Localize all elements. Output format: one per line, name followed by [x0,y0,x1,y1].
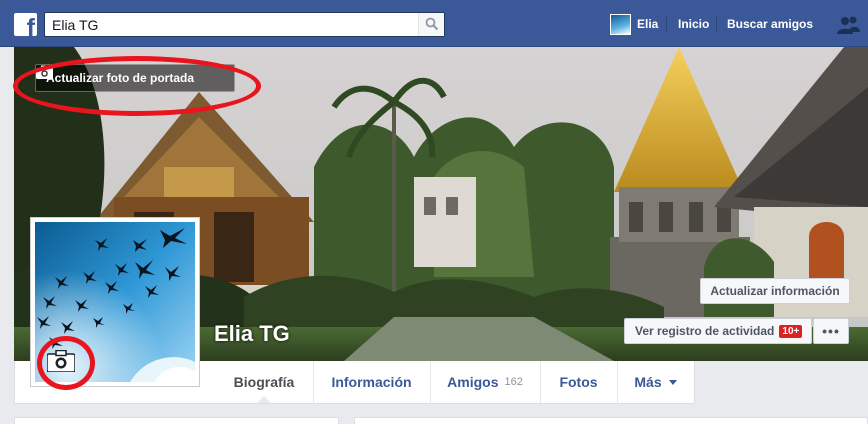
active-tab-marker [257,396,271,403]
nav-user-profile-link[interactable]: Elia [610,12,658,36]
tab-informacion[interactable]: Información [313,361,430,403]
update-info-button[interactable]: Actualizar información [700,278,850,304]
activity-log-label: Ver registro de actividad [635,324,775,338]
facebook-logo-icon[interactable]: f [14,13,37,36]
more-options-button[interactable]: ••• [813,318,849,344]
nav-avatar [610,13,631,35]
activity-log-button[interactable]: Ver registro de actividad 10+ [624,318,812,344]
tab-amigos[interactable]: Amigos 162 [430,361,540,403]
highlight-ring-profile-camera [37,336,95,390]
search-box [44,12,445,37]
tab-mas-label: Más [634,374,662,390]
profile-name[interactable]: Elia TG [214,321,290,347]
friend-requests-icon[interactable] [836,15,860,35]
search-button[interactable] [418,13,444,36]
search-input[interactable] [45,13,415,36]
more-options-icon: ••• [822,323,840,339]
tab-biografia-label: Biografía [233,374,295,390]
search-icon [425,17,439,31]
tab-amigos-label: Amigos [447,374,499,390]
top-navigation-bar: f Elia Inicio Buscar amigos [0,0,868,47]
nav-find-friends-link[interactable]: Buscar amigos [727,17,813,31]
facebook-profile-page: f Elia Inicio Buscar amigos [0,0,868,424]
timeline-navigation: Biografía Información Amigos 162 Fotos M… [200,361,695,404]
nav-divider [716,16,717,32]
nav-divider [666,16,667,32]
nav-user-name: Elia [637,17,659,31]
tab-fotos-label: Fotos [559,374,598,390]
friends-count: 162 [504,376,523,388]
right-content-card [354,417,868,424]
tab-mas[interactable]: Más [617,361,694,403]
update-info-label: Actualizar información [710,284,840,298]
activity-badge: 10+ [779,324,803,338]
left-content-card [14,417,339,424]
nav-home-link[interactable]: Inicio [678,17,709,31]
highlight-ring-cover-button [13,56,261,116]
tab-fotos[interactable]: Fotos [540,361,617,403]
chevron-down-icon [668,379,677,385]
tab-informacion-label: Información [331,374,412,390]
